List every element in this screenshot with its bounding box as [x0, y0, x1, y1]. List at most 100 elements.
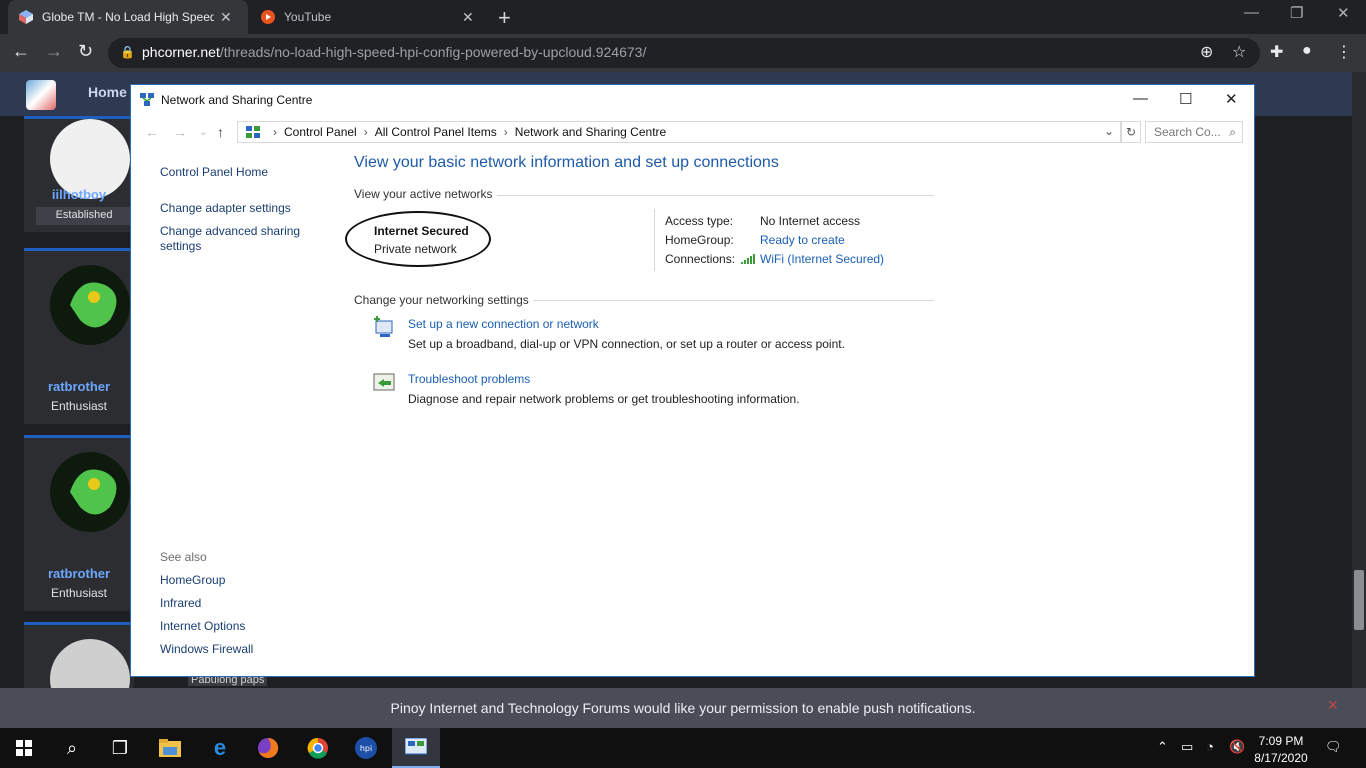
wifi-icon[interactable]: ◔ — [1206, 739, 1214, 754]
search-input[interactable]: Search Co... ⌕ — [1145, 121, 1243, 143]
link-infrared[interactable]: Infrared — [160, 596, 201, 610]
close-icon[interactable]: ✕ — [1225, 90, 1238, 108]
network-icon — [140, 93, 154, 106]
window-titlebar[interactable]: Network and Sharing Centre — ☐ ✕ — [131, 85, 1254, 115]
troubleshoot-link[interactable]: Troubleshoot problems — [408, 372, 530, 386]
link-homegroup[interactable]: HomeGroup — [160, 573, 225, 587]
up-arrow-icon[interactable]: ↑ — [217, 124, 224, 140]
search-placeholder: Search Co... — [1154, 125, 1221, 139]
divider — [497, 195, 934, 196]
clock-date[interactable]: 8/17/2020 — [1250, 751, 1312, 765]
profile-avatar-icon[interactable]: ● — [1302, 42, 1312, 60]
notification-center-icon[interactable]: 🗨 — [1325, 739, 1342, 755]
divider — [533, 300, 934, 301]
clock-time[interactable]: 7:09 PM — [1256, 734, 1306, 748]
homegroup-label: HomeGroup: — [665, 233, 734, 247]
access-type-label: Access type: — [665, 214, 734, 228]
network-sharing-window: Network and Sharing Centre — ☐ ✕ ← → ⌄ ↑… — [130, 84, 1255, 677]
post-author-card — [24, 622, 134, 719]
breadcrumb-all-items[interactable]: All Control Panel Items — [375, 125, 497, 139]
notification-text: Pinoy Internet and Technology Forums wou… — [390, 700, 976, 716]
extensions-icon[interactable]: ✚ — [1270, 42, 1283, 62]
edge-icon[interactable]: e — [196, 728, 244, 768]
firefox-icon[interactable] — [244, 728, 292, 768]
close-icon[interactable]: ✕ — [1327, 697, 1339, 714]
homegroup-value-link[interactable]: Ready to create — [760, 233, 845, 247]
forward-arrow-icon[interactable]: → — [45, 41, 63, 62]
network-name: Internet Secured — [374, 224, 469, 238]
wifi-signal-icon — [741, 254, 755, 264]
breadcrumb[interactable]: › Control Panel › All Control Panel Items › N… — [237, 121, 1121, 143]
troubleshoot-icon — [373, 373, 395, 391]
network-type-link[interactable]: Private network — [374, 242, 457, 256]
control-panel-icon[interactable] — [392, 728, 440, 768]
new-tab-icon[interactable]: + — [498, 5, 511, 31]
lock-icon: 🔒 — [120, 45, 135, 59]
chrome-icon[interactable] — [294, 728, 342, 768]
search-icon[interactable]: ⌕ — [48, 728, 96, 768]
link-windows-firewall[interactable]: Windows Firewall — [160, 642, 253, 656]
site-nav-home[interactable]: Home — [88, 84, 127, 100]
connection-wifi-link[interactable]: WiFi (Internet Secured) — [760, 252, 884, 266]
avatar[interactable] — [50, 265, 130, 345]
file-explorer-icon[interactable] — [146, 728, 194, 768]
reload-icon[interactable]: ↻ — [78, 41, 93, 62]
show-hidden-icons-icon[interactable]: ⌃ — [1157, 739, 1168, 755]
new-connection-icon — [374, 316, 393, 337]
hand-drawn-circle-annotation — [345, 211, 491, 267]
menu-kebab-icon[interactable]: ⋮ — [1336, 42, 1352, 62]
close-tab-icon[interactable]: ✕ — [220, 9, 232, 26]
back-arrow-icon[interactable]: ← — [12, 41, 30, 62]
svg-text:hpi: hpi — [360, 744, 372, 753]
link-change-adapter-settings[interactable]: Change adapter settings — [160, 201, 291, 215]
tab-title: YouTube — [284, 10, 332, 24]
post-author-card: ratbrother Enthusiast — [24, 435, 134, 611]
tab-globe-tm[interactable]: Globe TM - No Load High Speed ✕ — [8, 0, 248, 34]
restore-icon[interactable]: ❐ — [1290, 4, 1303, 22]
volume-muted-icon[interactable]: 🔇 — [1229, 739, 1245, 755]
breadcrumb-separator: › — [503, 125, 508, 139]
chevron-down-icon[interactable]: ⌄ — [1104, 124, 1114, 138]
windows-start-icon[interactable] — [0, 728, 48, 768]
poster-name[interactable]: ratbrother — [24, 566, 134, 581]
poster-rank: Enthusiast — [50, 399, 108, 413]
recent-locations-icon[interactable]: ⌄ — [199, 127, 207, 138]
avatar[interactable] — [50, 452, 130, 532]
site-favicon-icon — [19, 10, 33, 24]
forward-arrow-icon[interactable]: → — [173, 124, 187, 140]
link-control-panel-home[interactable]: Control Panel Home — [160, 165, 268, 179]
minimize-icon[interactable]: — — [1133, 90, 1148, 107]
maximize-icon[interactable]: ☐ — [1179, 90, 1192, 108]
link-internet-options[interactable]: Internet Options — [160, 619, 245, 633]
minimize-icon[interactable]: — — [1244, 4, 1259, 21]
poster-rank: Enthusiast — [50, 586, 108, 600]
battery-icon[interactable]: ▭ — [1181, 739, 1193, 755]
breadcrumb-separator: › — [273, 125, 277, 139]
hpi-app-icon[interactable]: hpi — [342, 728, 390, 768]
address-row: ← → ⌄ ↑ › Control Panel › All Control Panel… — [131, 117, 1254, 147]
setup-connection-desc: Set up a broadband, dial-up or VPN conne… — [408, 337, 845, 351]
setup-connection-link[interactable]: Set up a new connection or network — [408, 317, 599, 331]
youtube-favicon-icon — [261, 10, 275, 24]
poster-name[interactable]: iilhotboy — [24, 187, 134, 202]
site-logo-icon[interactable] — [26, 80, 56, 110]
install-app-icon[interactable]: ⊕ — [1200, 42, 1213, 62]
change-settings-title: Change your networking settings — [354, 293, 529, 307]
url-path: /threads/no-load-high-speed-hpi-config-p… — [219, 44, 647, 60]
link-change-advanced-sharing[interactable]: Change advanced sharing settings — [160, 224, 310, 254]
task-view-icon[interactable]: ❐ — [96, 728, 144, 768]
breadcrumb-network-centre[interactable]: Network and Sharing Centre — [515, 125, 666, 139]
refresh-icon[interactable]: ↻ — [1121, 121, 1141, 143]
back-arrow-icon[interactable]: ← — [145, 124, 159, 140]
url-host: phcorner.net — [142, 44, 220, 60]
address-bar[interactable]: 🔒 phcorner.net/threads/no-load-high-spee… — [108, 38, 1260, 68]
poster-name[interactable]: ratbrother — [24, 379, 134, 394]
page-title: View your basic network information and … — [354, 154, 779, 171]
breadcrumb-control-panel[interactable]: Control Panel — [284, 125, 357, 139]
page-scrollbar-thumb[interactable] — [1354, 570, 1364, 630]
control-panel-icon — [246, 126, 260, 138]
tab-youtube[interactable]: YouTube ✕ — [250, 0, 490, 34]
close-icon[interactable]: ✕ — [1337, 4, 1350, 22]
close-tab-icon[interactable]: ✕ — [462, 9, 474, 26]
bookmark-star-icon[interactable]: ☆ — [1232, 42, 1246, 62]
